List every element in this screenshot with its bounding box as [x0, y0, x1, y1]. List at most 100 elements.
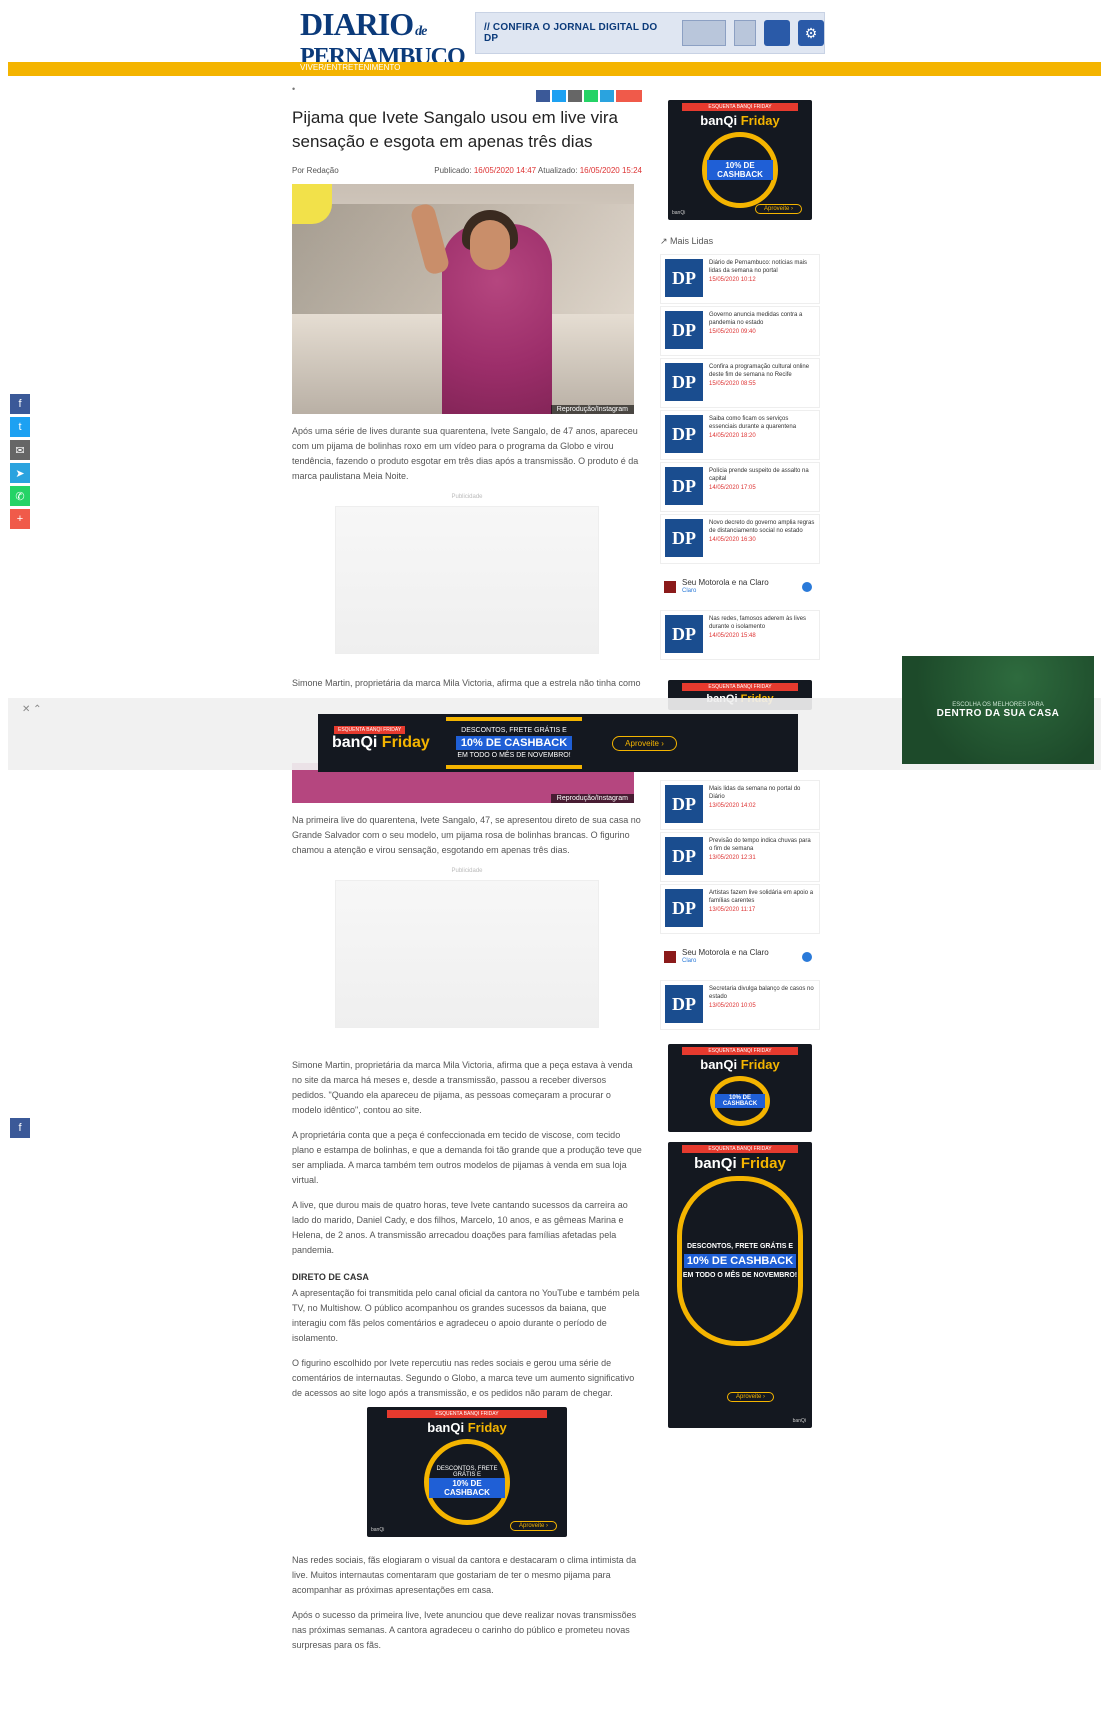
logo-diario: DIARIO	[300, 6, 414, 42]
sidebar-banqi-ad-3[interactable]: ESQUENTA BANQI FRIDAY banQi Friday 10% D…	[668, 1044, 812, 1132]
ad-brand: banQi Friday	[668, 1155, 812, 1172]
ad-ring: 10% DE CASHBACK	[702, 132, 778, 208]
trending-item[interactable]: DP Polícia prende suspeito de assalto na …	[660, 462, 820, 512]
apple-icon[interactable]	[764, 20, 791, 46]
verified-icon	[802, 952, 812, 962]
article-author[interactable]: Por Redação	[292, 166, 339, 180]
ad-brand-b: Friday	[381, 734, 430, 751]
dp-logo-icon: DP	[665, 363, 703, 401]
sponsor-card[interactable]: Seu Motorola e na Claro Claro	[660, 942, 820, 972]
trending-item[interactable]: DP Diário de Pernambuco: notícias mais li…	[660, 254, 820, 304]
facebook-icon[interactable]: f	[10, 394, 30, 414]
trending-text: Polícia prende suspeito de assalto na ca…	[709, 467, 815, 507]
ad-cta-button[interactable]: Aproveite ›	[509, 1521, 557, 1531]
ad-desc: DESCONTOS, FRETE GRÁTIS E	[436, 1466, 498, 1478]
inline-ad-slot[interactable]	[335, 506, 599, 654]
page: DIARIO de PERNAMBUCO // CONFIRA O JORNAL …	[0, 0, 1101, 1725]
trending-date: 13/05/2020 10:05	[709, 1003, 756, 1009]
ad-brand-a: banQi	[700, 1057, 738, 1072]
trending-item[interactable]: DP Novo decreto do governo amplia regras …	[660, 514, 820, 564]
trending-date: 13/05/2020 12:31	[709, 855, 756, 861]
ad-top-tag: ESQUENTA BANQI FRIDAY	[682, 683, 798, 691]
trending-item[interactable]: DP Secretaria divulga balanço de casos n…	[660, 980, 820, 1030]
trending-text: Confira a programação cultural online de…	[709, 363, 815, 403]
ad-cashback: 10% DE CASHBACK	[429, 1478, 505, 1498]
tablet-icon	[734, 20, 757, 46]
close-icon[interactable]: ✕ ⌃	[22, 704, 42, 715]
trending-date: 14/05/2020 15:48	[709, 633, 756, 639]
ad-foot: banQi	[672, 210, 686, 216]
digital-edition-banner[interactable]: // CONFIRA O JORNAL DIGITAL DO DP ⚙	[475, 12, 825, 54]
article-meta: Por Redação Publicado: 16/05/2020 14:47 …	[292, 166, 642, 180]
trending-date: 15/05/2020 08:55	[709, 381, 756, 387]
trending-item[interactable]: DP Mais lidas da semana no portal do Diár…	[660, 780, 820, 830]
email-icon[interactable]: ✉	[10, 440, 30, 460]
category-bar: VIVER/ENTRETENIMENTO	[8, 62, 1101, 76]
article-title: Pijama que Ivete Sangalo usou em live vi…	[292, 108, 619, 151]
article-paragraph: Simone Martin, proprietária da marca Mil…	[292, 1060, 633, 1115]
trending-list: DP Diário de Pernambuco: notícias mais li…	[660, 254, 820, 564]
photo-lamp	[292, 184, 332, 224]
ad-ring: 10% DE CASHBACK	[710, 1076, 770, 1126]
site-logo[interactable]: DIARIO de PERNAMBUCO	[300, 8, 466, 69]
trending-item[interactable]: DP Artistas fazem live solidária em apoio…	[660, 884, 820, 934]
whatsapp-icon[interactable]	[584, 90, 598, 102]
trending-item[interactable]: DP Governo anuncia medidas contra a pande…	[660, 306, 820, 356]
sponsor-title: Seu Motorola e na Claro	[682, 948, 769, 957]
ad-cta-button[interactable]: Aproveite ›	[726, 1392, 774, 1402]
trending-headline: Artistas fazem live solidária em apoio a…	[709, 890, 814, 904]
verified-icon	[802, 582, 812, 592]
ad-cta-button[interactable]: Aproveite ›	[754, 204, 802, 214]
trending-item[interactable]: DP Nas redes, famosos aderem às lives du…	[660, 610, 820, 660]
article-paragraph: Simone Martin, proprietária da marca Mil…	[292, 678, 641, 688]
sponsor-text: Seu Motorola e na Claro Claro	[682, 948, 769, 966]
date-value: 16/05/2020 14:47	[473, 166, 537, 175]
ad-top-tag: ESQUENTA BANQI FRIDAY	[334, 726, 406, 734]
plus-icon[interactable]: +	[10, 509, 30, 529]
twitter-icon[interactable]	[552, 90, 566, 102]
telegram-icon[interactable]: ➤	[10, 463, 30, 483]
trending-headline: Governo anuncia medidas contra a pandemi…	[709, 312, 803, 326]
trending-headline: Polícia prende suspeito de assalto na ca…	[709, 468, 809, 482]
ad-brand-b: Friday	[740, 1057, 780, 1072]
sticky-banqi-ad[interactable]: ESQUENTA BANQI FRIDAY banQi Friday DESCO…	[318, 714, 798, 772]
more-share-icon[interactable]	[616, 90, 642, 102]
android-icon[interactable]: ⚙	[798, 20, 824, 46]
facebook-icon[interactable]	[536, 90, 550, 102]
dp-logo-icon: DP	[665, 837, 703, 875]
email-icon[interactable]	[568, 90, 582, 102]
sponsor-card[interactable]: Seu Motorola e na Claro Claro	[660, 572, 820, 602]
trending-item[interactable]: DP Confira a programação cultural online …	[660, 358, 820, 408]
ad-ring: DESCONTOS, FRETE GRÁTIS E 10% DE CASHBAC…	[677, 1176, 803, 1346]
trending-text: Diário de Pernambuco: notícias mais lida…	[709, 259, 815, 299]
article-paragraph: Nas redes sociais, fãs elogiaram o visua…	[292, 1555, 637, 1595]
trending-list-2: DP Mais lidas da semana no portal do Diár…	[660, 780, 820, 934]
article-paragraph: A proprietária conta que a peça é confec…	[292, 1130, 642, 1185]
inline-ad-slot[interactable]	[335, 880, 599, 1028]
sponsor-text: Seu Motorola e na Claro Claro	[682, 578, 769, 596]
ad-brand: banQi Friday	[332, 734, 430, 752]
ad-cashback: 10% DE CASHBACK	[455, 736, 573, 750]
trending-title: ↗ Mais Lidas	[660, 236, 714, 246]
inline-banqi-ad[interactable]: ESQUENTA BANQI FRIDAY banQi Friday DESCO…	[367, 1407, 567, 1537]
green-side-ad[interactable]: ESCOLHA OS MELHORES PARA DENTRO DA SUA C…	[902, 656, 1094, 764]
category-label[interactable]: VIVER/ENTRETENIMENTO	[300, 63, 400, 72]
trending-date: 13/05/2020 14:02	[709, 803, 756, 809]
ad-cta-button[interactable]: Aproveite ›	[612, 735, 677, 751]
photo-face	[470, 220, 510, 270]
trending-headline: Diário de Pernambuco: notícias mais lida…	[709, 260, 808, 274]
ad-ring: DESCONTOS, FRETE GRÁTIS E 10% DE CASHBAC…	[424, 1439, 510, 1525]
whatsapp-icon[interactable]: ✆	[10, 486, 30, 506]
twitter-icon[interactable]: t	[10, 417, 30, 437]
ad-brand-a: banQi	[694, 1155, 737, 1172]
ad-brand-a: banQi	[427, 1420, 465, 1435]
trending-item[interactable]: DP Previsão do tempo indica chuvas para o…	[660, 832, 820, 882]
facebook-icon[interactable]: f	[10, 1118, 30, 1138]
sidebar-banqi-ad[interactable]: ESQUENTA BANQI FRIDAY banQi Friday 10% D…	[668, 100, 812, 220]
telegram-icon[interactable]	[600, 90, 614, 102]
laptop-icon	[682, 20, 727, 46]
dp-logo-icon: DP	[665, 311, 703, 349]
ad-foot: banQi	[792, 1418, 806, 1424]
trending-item[interactable]: DP Saiba como ficam os serviços essenciai…	[660, 410, 820, 460]
sidebar-banqi-skyscraper[interactable]: ESQUENTA BANQI FRIDAY banQi Friday DESCO…	[668, 1142, 812, 1428]
